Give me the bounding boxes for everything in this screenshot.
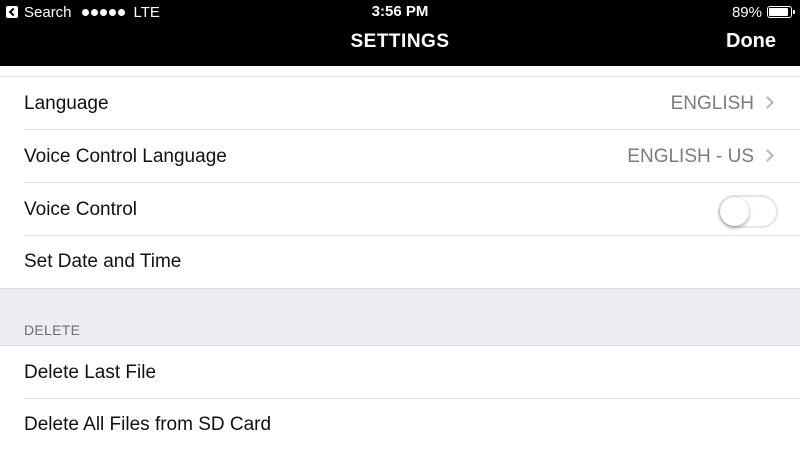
voice-control-language-value: ENGLISH - US	[627, 146, 754, 167]
language-row[interactable]: Language ENGLISH	[0, 77, 800, 130]
voice-control-row: Voice Control	[0, 183, 800, 236]
chevron-right-icon	[761, 149, 774, 162]
delete-last-file-row[interactable]: Delete Last File	[0, 346, 800, 399]
top-bar: Search LTE 3:56 PM 89% SETTINGS Done	[0, 0, 800, 66]
done-button[interactable]: Done	[726, 30, 776, 53]
voice-control-toggle[interactable]	[718, 195, 778, 228]
toggle-knob[interactable]	[720, 197, 749, 226]
status-time: 3:56 PM	[371, 3, 429, 20]
battery-icon	[767, 6, 795, 18]
delete-all-files-label: Delete All Files from SD Card	[24, 414, 272, 435]
delete-all-files-row[interactable]: Delete All Files from SD Card	[0, 399, 800, 450]
language-label: Language	[24, 93, 109, 114]
set-date-time-label: Set Date and Time	[24, 251, 182, 272]
battery-fill	[769, 8, 788, 16]
voice-control-language-row[interactable]: Voice Control Language ENGLISH - US	[0, 130, 800, 183]
status-right: 89%	[731, 3, 795, 21]
section-header-label: DELETE	[24, 322, 81, 338]
page-title: SETTINGS	[350, 31, 450, 52]
language-value: ENGLISH	[670, 93, 754, 114]
delete-section-header: DELETE	[0, 288, 800, 346]
chevron-right-icon	[761, 96, 774, 109]
top-spacer	[0, 66, 800, 77]
delete-last-file-label: Delete Last File	[24, 362, 157, 383]
voice-control-label: Voice Control	[24, 199, 138, 220]
battery-percent: 89%	[731, 3, 762, 21]
set-date-time-row[interactable]: Set Date and Time	[0, 236, 800, 288]
voice-control-language-label: Voice Control Language	[24, 146, 227, 167]
